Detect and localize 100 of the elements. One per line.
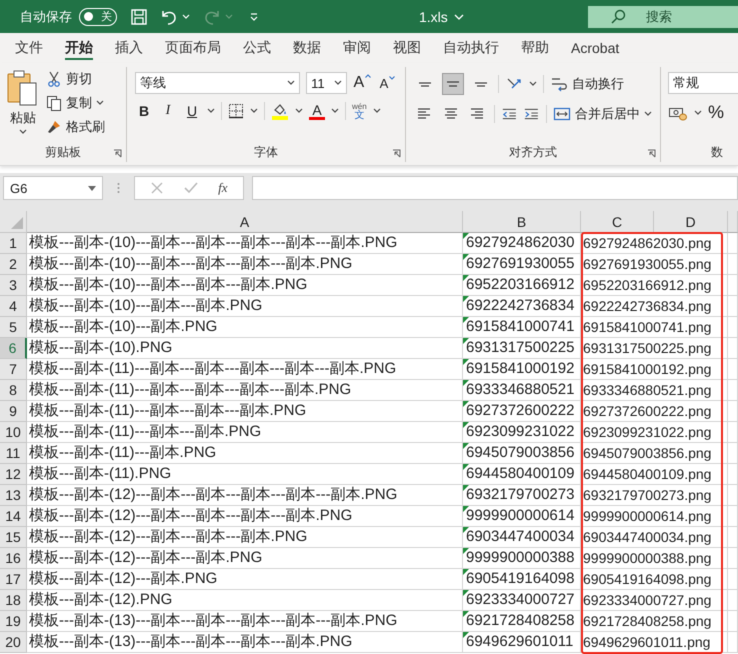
table-cell: 6952203166912.png	[583, 276, 712, 294]
fill-bucket-icon[interactable]	[271, 102, 289, 120]
font-color-button[interactable]: A	[309, 102, 325, 120]
decrease-font-size-button[interactable]: A	[378, 76, 397, 90]
row-header[interactable]: 6	[0, 338, 27, 359]
font-name-select[interactable]: 等线	[135, 72, 300, 94]
group-label: 数	[711, 144, 723, 160]
table-cell: 模板---副本-(12)---副本---副本---副本---副本.PNG	[29, 507, 352, 525]
percent-button[interactable]: %	[708, 102, 724, 123]
ribbon-tab[interactable]: 页面布局	[154, 33, 232, 63]
row-header[interactable]: 9	[0, 401, 27, 422]
increase-indent-icon[interactable]	[523, 106, 540, 122]
search-field[interactable]: 搜索	[588, 6, 738, 28]
table-cell: 6922242736834	[466, 297, 574, 315]
save-icon[interactable]	[130, 8, 148, 26]
ribbon-tab[interactable]: 帮助	[510, 33, 560, 63]
table-cell: 6903447400034.png	[583, 528, 712, 546]
row-header[interactable]: 5	[0, 317, 27, 338]
table-cell: 6933346880521.png	[583, 381, 712, 399]
vertical-align-button[interactable]	[442, 73, 464, 95]
font-size-select[interactable]: 11	[306, 72, 347, 94]
insert-function-button[interactable]: fx	[218, 180, 228, 196]
cut-button[interactable]: 剪切	[46, 69, 105, 89]
table-cell: 6927924862030	[466, 234, 574, 252]
borders-icon[interactable]	[228, 103, 244, 119]
row-header[interactable]: 17	[0, 569, 27, 590]
bold-button[interactable]: B	[135, 103, 153, 119]
caret-icon	[19, 129, 27, 135]
row-header[interactable]: 15	[0, 527, 27, 548]
row-header[interactable]: 3	[0, 275, 27, 296]
table-cell: 6927372600222	[466, 402, 574, 420]
column-header[interactable]: C	[581, 211, 654, 233]
italic-button[interactable]: I	[159, 103, 177, 119]
table-cell: 模板---副本-(10)---副本---副本.PNG	[29, 297, 262, 315]
drag-handle-icon[interactable]	[117, 182, 120, 194]
ribbon-tab[interactable]: 自动执行	[432, 33, 510, 63]
table-cell: 6945079003856.png	[583, 444, 712, 462]
row-header[interactable]: 13	[0, 485, 27, 506]
ribbon-tab[interactable]: Acrobat	[560, 33, 630, 63]
ribbon-tab[interactable]: 文件	[4, 33, 54, 63]
row-header[interactable]: 20	[0, 632, 27, 653]
caret-icon[interactable]	[331, 108, 339, 114]
row-header[interactable]: 19	[0, 611, 27, 632]
column-header[interactable]: D	[654, 211, 728, 233]
scissors-icon	[46, 71, 62, 87]
caret-icon[interactable]	[207, 108, 215, 114]
row-header[interactable]: 10	[0, 422, 27, 443]
ribbon-tab[interactable]: 审阅	[332, 33, 382, 63]
row-header[interactable]: 11	[0, 443, 27, 464]
table-cell: 模板---副本-(11)---副本.PNG	[29, 444, 216, 462]
name-box[interactable]: G6	[3, 176, 103, 200]
ribbon-tab[interactable]: 公式	[232, 33, 282, 63]
caret-icon[interactable]	[694, 110, 702, 116]
formula-field[interactable]	[252, 176, 738, 200]
dialog-launcher-icon[interactable]	[392, 149, 401, 158]
phonetic-guide-button[interactable]: wén 文	[352, 102, 367, 120]
table-cell: 模板---副本-(10)---副本---副本---副本---副本.PNG	[29, 255, 352, 273]
row-header[interactable]: 4	[0, 296, 27, 317]
paste-button[interactable]: 粘贴	[6, 69, 40, 142]
row-header[interactable]: 18	[0, 590, 27, 611]
table-cell: 模板---副本-(10).PNG	[29, 339, 172, 357]
brush-icon	[46, 119, 62, 135]
column-header[interactable]: B	[463, 211, 581, 233]
autosave-toggle[interactable]: 关	[79, 8, 117, 26]
row-header[interactable]: 2	[0, 254, 27, 275]
merge-center-button[interactable]: 合并后居中	[553, 104, 652, 124]
table-cell: 6921728408258	[466, 612, 574, 630]
row-header[interactable]: 8	[0, 380, 27, 401]
caret-icon[interactable]	[372, 108, 381, 114]
table-cell: 模板---副本-(12).PNG	[29, 591, 172, 609]
wrap-text-button[interactable]: 自动换行	[550, 74, 624, 94]
row-header[interactable]: 14	[0, 506, 27, 527]
table-cell: 6927924862030.png	[583, 234, 712, 252]
copy-button[interactable]: 复制	[46, 93, 105, 113]
decrease-indent-icon[interactable]	[500, 106, 518, 122]
row-header[interactable]: 12	[0, 464, 27, 485]
table-cell: 6944580400109	[466, 465, 574, 483]
file-title[interactable]: 1.xls	[419, 8, 448, 24]
row-header[interactable]: 16	[0, 548, 27, 569]
column-header[interactable]: A	[27, 211, 463, 233]
ribbon-tab[interactable]: 开始	[54, 33, 104, 63]
caret-icon[interactable]	[529, 81, 537, 87]
ribbon-tab[interactable]: 插入	[104, 33, 154, 63]
ribbon-tab[interactable]: 视图	[382, 33, 432, 63]
table-cell: 6927372600222.png	[583, 402, 712, 420]
caret-icon[interactable]	[250, 108, 258, 114]
underline-button[interactable]: U	[183, 103, 201, 119]
dialog-launcher-icon[interactable]	[113, 149, 122, 158]
format-painter-button[interactable]: 格式刷	[46, 117, 105, 137]
caret-icon[interactable]	[295, 108, 303, 114]
check-icon[interactable]	[183, 181, 200, 195]
number-format-select[interactable]: 常规	[668, 72, 738, 94]
row-header[interactable]: 7	[0, 359, 27, 380]
dialog-launcher-icon[interactable]	[647, 149, 656, 158]
table-cell: 6932179700273.png	[583, 486, 712, 504]
customize-toolbar-icon[interactable]	[249, 12, 259, 22]
increase-font-size-button[interactable]: A	[352, 74, 372, 92]
copy-icon	[46, 95, 62, 111]
ribbon-tab[interactable]: 数据	[282, 33, 332, 63]
row-header[interactable]: 1	[0, 233, 27, 254]
